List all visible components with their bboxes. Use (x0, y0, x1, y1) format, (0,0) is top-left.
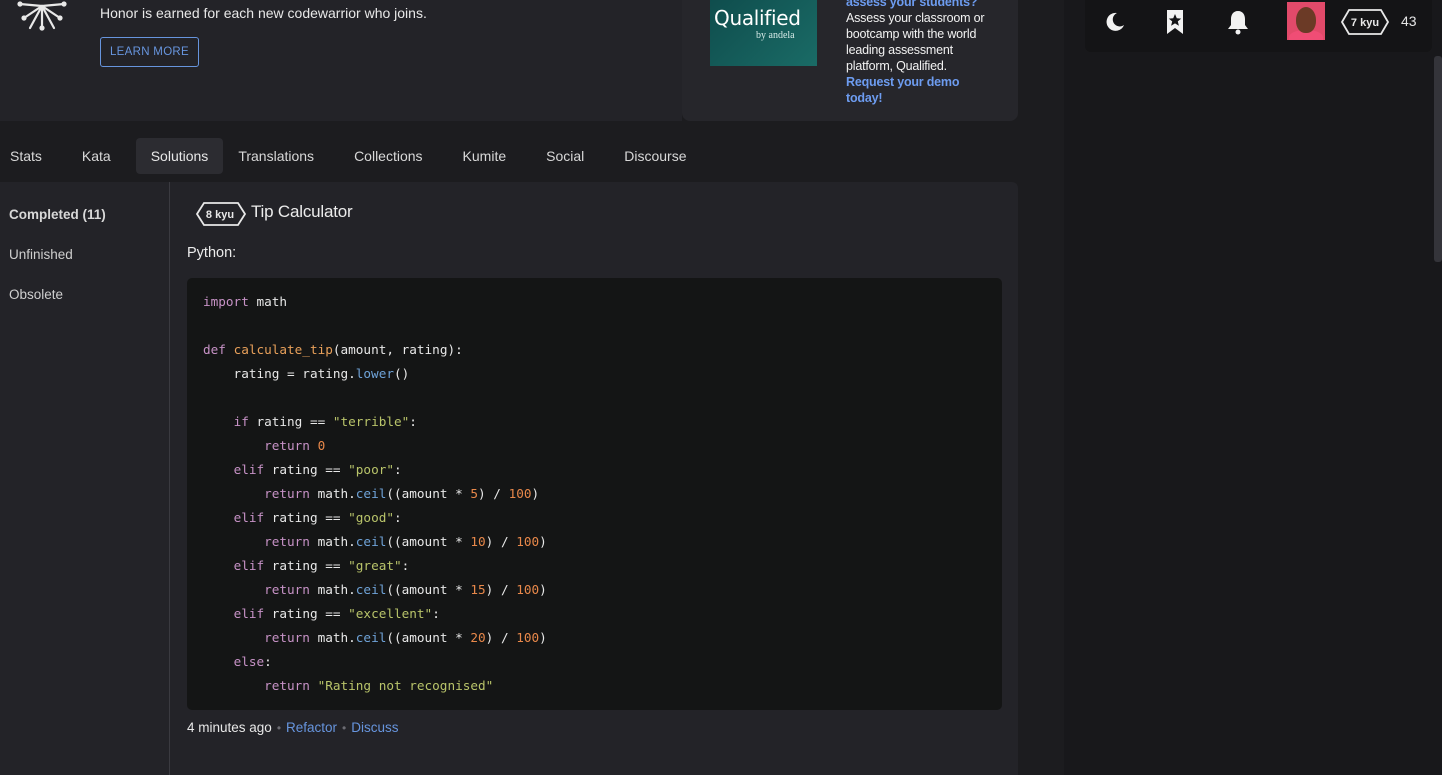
code-line: return math.ceil((amount * 10) / 100) (264, 534, 547, 549)
ad-text: assess your students? Assess your classr… (846, 0, 996, 106)
qualified-ad[interactable]: Qualified by andela assess your students… (682, 0, 1018, 121)
solutions-side-nav: Completed (11) Unfinished Obsolete (0, 182, 170, 775)
ad-body: Assess your classroom or bootcamp with t… (846, 11, 985, 73)
refactor-link[interactable]: Refactor (286, 720, 337, 735)
solution-meta: 4 minutes ago • Refactor • Discuss (187, 720, 399, 735)
code-line: def calculate_tip(amount, rating): (203, 342, 463, 357)
avatar[interactable] (1287, 2, 1325, 40)
honor-text: Honor is earned for each new codewarrior… (100, 5, 427, 21)
user-bar: 7 kyu 43 (1085, 0, 1432, 52)
qualified-logo[interactable]: Qualified by andela (710, 0, 817, 66)
code-line: elif rating == "poor": (233, 462, 402, 477)
tab-solutions[interactable]: Solutions (135, 138, 224, 174)
code-line: if rating == "terrible": (233, 414, 417, 429)
honor-banner: Honor is earned for each new codewarrior… (0, 0, 682, 121)
code-line: return math.ceil((amount * 5) / 100) (264, 486, 540, 501)
tab-discourse[interactable]: Discourse (614, 138, 696, 174)
discuss-link[interactable]: Discuss (351, 720, 398, 735)
solutions-panel: Completed (11) Unfinished Obsolete 8 kyu… (0, 182, 1018, 775)
ad-headline[interactable]: assess your students? (846, 0, 977, 9)
scrollbar[interactable] (1434, 56, 1442, 262)
code-line: import math (203, 294, 288, 309)
kata-title[interactable]: Tip Calculator (251, 202, 353, 222)
code-line: elif rating == "good": (233, 510, 402, 525)
kyu-badge-icon: 8 kyu (196, 202, 246, 226)
avatar-face (1296, 7, 1316, 33)
bell-icon[interactable] (1225, 9, 1251, 35)
separator-dot: • (276, 720, 282, 735)
separator-dot: • (342, 720, 347, 735)
side-item-obsolete[interactable]: Obsolete (9, 287, 63, 302)
kyu-text: 8 kyu (206, 209, 234, 221)
bookmark-star-icon[interactable] (1162, 9, 1188, 35)
code-line: elif rating == "great": (233, 558, 410, 573)
moon-icon[interactable] (1102, 9, 1128, 35)
burst-icon (17, 1, 67, 31)
language-label: Python: (187, 245, 237, 261)
tab-kumite[interactable]: Kumite (453, 138, 517, 174)
code-line: else: (233, 654, 272, 669)
tab-stats[interactable]: Stats (0, 138, 52, 174)
code-block: import math def calculate_tip(amount, ra… (187, 278, 1002, 710)
tab-collections[interactable]: Collections (344, 138, 432, 174)
tab-kata[interactable]: Kata (72, 138, 121, 174)
rank-text: 7 kyu (1351, 17, 1379, 29)
solution-time: 4 minutes ago (187, 720, 272, 735)
learn-more-button[interactable]: LEARN MORE (100, 37, 199, 67)
tab-social[interactable]: Social (536, 138, 594, 174)
code-line: return "Rating not recognised" (264, 678, 494, 693)
side-item-unfinished[interactable]: Unfinished (9, 247, 73, 262)
tab-translations[interactable]: Translations (228, 138, 324, 174)
ad-cta-link[interactable]: Request your demo today! (846, 75, 959, 105)
code-line: return math.ceil((amount * 20) / 100) (264, 630, 547, 645)
profile-tabs: Stats Kata Solutions Translations Collec… (0, 138, 697, 174)
side-item-completed[interactable]: Completed (11) (9, 207, 106, 222)
code-line: return math.ceil((amount * 15) / 100) (264, 582, 547, 597)
code-line: rating = rating.lower() (203, 366, 410, 381)
code-line: return 0 (264, 438, 326, 453)
right-region (1064, 0, 1442, 775)
code-line: elif rating == "excellent": (233, 606, 440, 621)
rank-badge-icon[interactable]: 7 kyu (1341, 9, 1389, 35)
logo-main: Qualified (714, 6, 801, 30)
honor-count: 43 (1401, 13, 1417, 29)
logo-sub: by andela (756, 30, 795, 41)
